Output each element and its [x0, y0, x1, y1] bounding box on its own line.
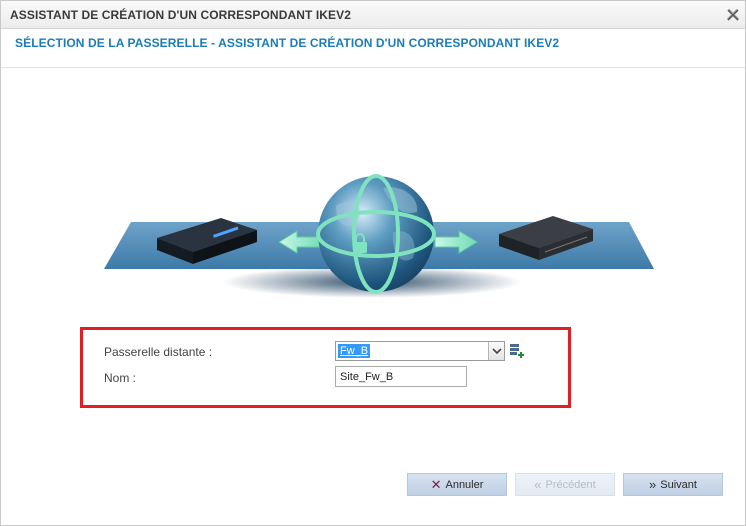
remote-gateway-select[interactable]: Fw_B [335, 341, 505, 361]
cancel-label: Annuler [445, 478, 484, 491]
previous-button[interactable]: « Précédent [515, 473, 615, 496]
cancel-x-icon: ✕ [430, 477, 442, 492]
double-chevron-left-icon: « [534, 477, 542, 492]
window-title: ASSISTANT DE CRÉATION D'UN CORRESPONDANT… [10, 8, 352, 22]
chevron-down-icon[interactable] [488, 342, 504, 360]
name-field[interactable] [335, 366, 467, 387]
wizard-dialog: ASSISTANT DE CRÉATION D'UN CORRESPONDANT… [0, 0, 746, 526]
name-label: Nom : [104, 371, 137, 385]
close-icon[interactable] [725, 7, 741, 23]
title-bar: ASSISTANT DE CRÉATION D'UN CORRESPONDANT… [1, 1, 745, 29]
vpn-illustration [101, 166, 657, 306]
globe-lock-icon [316, 174, 436, 294]
step-header: SÉLECTION DE LA PASSERELLE - ASSISTANT D… [1, 29, 745, 68]
remote-gateway-label: Passerelle distante : [104, 345, 213, 359]
gateway-form: Passerelle distante : Fw_B Nom : [80, 327, 571, 408]
double-chevron-right-icon: » [649, 477, 657, 492]
add-object-icon[interactable] [508, 341, 526, 361]
next-button[interactable]: » Suivant [623, 473, 723, 496]
next-label: Suivant [660, 478, 697, 491]
step-title: SÉLECTION DE LA PASSERELLE - ASSISTANT D… [15, 36, 560, 50]
cancel-button[interactable]: ✕ Annuler [407, 473, 507, 496]
remote-gateway-value: Fw_B [338, 344, 371, 358]
previous-label: Précédent [545, 478, 596, 491]
